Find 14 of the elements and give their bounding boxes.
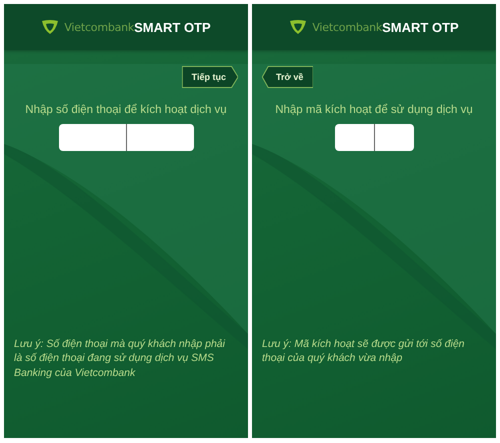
prompt-text: Nhập số điện thoại để kích hoạt dịch vụ: [24, 104, 228, 116]
next-button[interactable]: Tiếp tục: [182, 66, 238, 88]
input-field[interactable]: [334, 124, 414, 151]
brand-name: Vietcombank: [64, 20, 134, 34]
brand-name: Vietcombank: [312, 20, 382, 34]
logo-icon: [41, 20, 60, 34]
product-name: SMART OTP: [134, 20, 211, 34]
prompt-text: Nhập mã kích hoạt để sử dụng dịch vụ: [274, 104, 474, 116]
input-field[interactable]: [58, 124, 194, 151]
back-button[interactable]: Trở về: [262, 66, 314, 88]
logo-icon: [289, 20, 308, 34]
note-text: Lưu ý: Số điện thoại mà quý khách nhập phải là số điện thoại đang sử dụng dịch vụ SMS Banking của Vietcombank: [14, 337, 226, 380]
product-name: SMART OTP: [382, 20, 459, 34]
note-text: Lưu ý: Mã kích hoạt sẽ được gửi tới số điện thoại của quý khách vừa nhập: [262, 337, 466, 366]
